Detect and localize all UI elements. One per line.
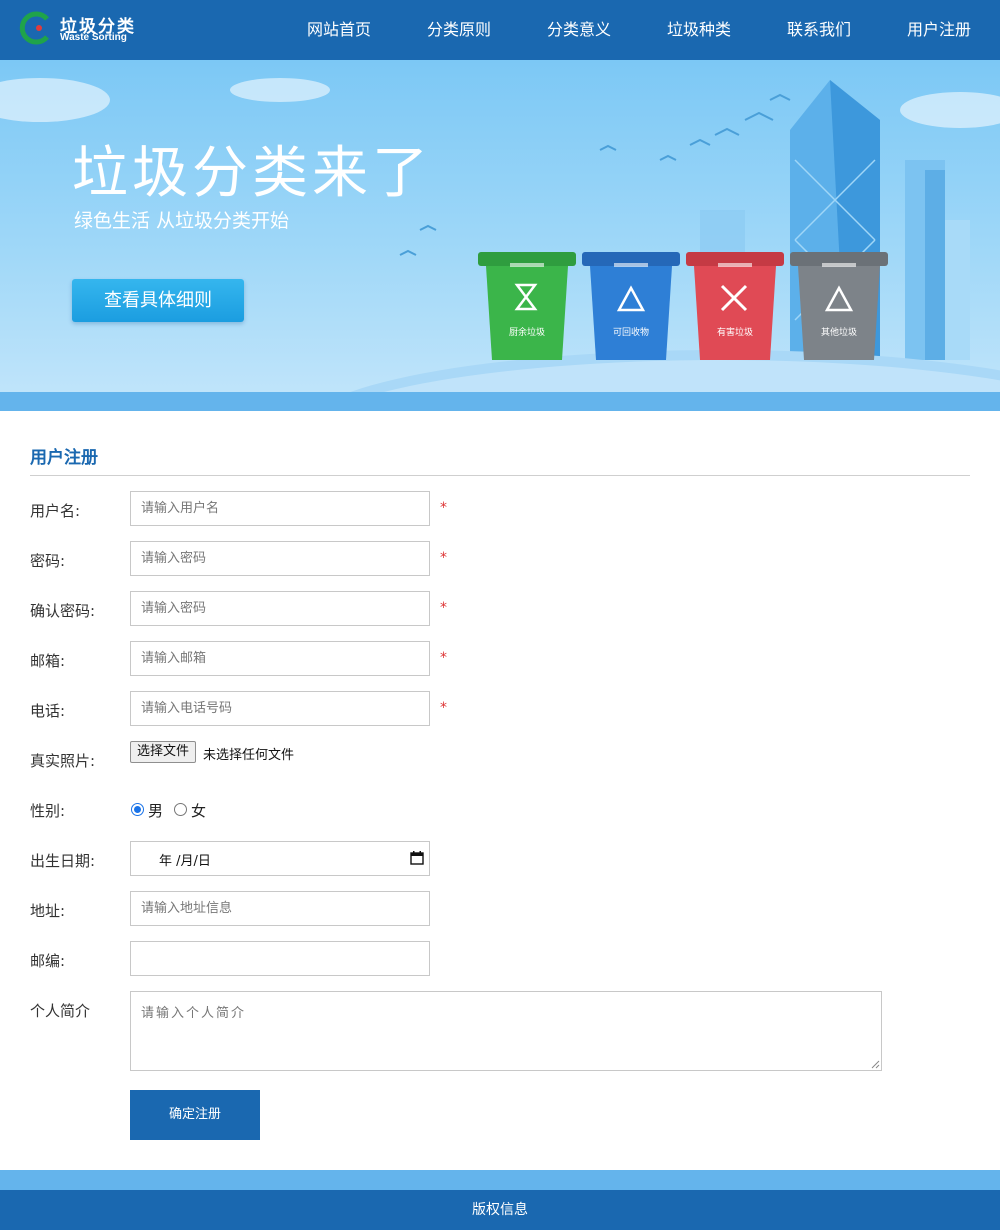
bin-label-other: 其他垃圾 — [820, 328, 857, 338]
nav-register[interactable]: 用户注册 — [907, 0, 971, 60]
email-input[interactable] — [130, 641, 430, 676]
nav-contact[interactable]: 联系我们 — [787, 0, 851, 60]
banner-subtitle: 绿色生活 从垃圾分类开始 — [74, 210, 290, 232]
gender-female-radio[interactable] — [174, 803, 187, 816]
banner-bottom-strip — [0, 392, 1000, 411]
phone-input[interactable] — [130, 691, 430, 726]
password-required-mark: * — [440, 550, 447, 566]
site-header: 垃圾分类 Waste Sorting 网站首页 分类原则 分类意义 垃圾种类 联… — [0, 0, 1000, 60]
form-title: 用户注册 — [30, 448, 98, 468]
postcode-label: 邮编: — [30, 952, 66, 970]
submit-register-button[interactable]: 确定注册 — [130, 1090, 260, 1140]
phone-label: 电话: — [30, 702, 66, 720]
bin-label-hazardous: 有害垃圾 — [716, 328, 753, 338]
email-label: 邮箱: — [30, 652, 66, 670]
banner-title: 垃圾分类来了 — [72, 141, 432, 206]
nav-home[interactable]: 网站首页 — [307, 0, 371, 60]
intro-textarea[interactable] — [130, 991, 882, 1071]
birthday-date-input[interactable]: 年 /月/日 — [130, 841, 430, 876]
waste-bin-recyclable — [582, 252, 680, 360]
gender-female-label[interactable]: 女 — [191, 800, 206, 821]
recycle-logo-icon — [19, 11, 49, 45]
username-required-mark: * — [440, 500, 447, 516]
nav-principles[interactable]: 分类原则 — [427, 0, 491, 60]
footer-copyright[interactable]: 版权信息 — [0, 1190, 1000, 1230]
site-logo[interactable]: 垃圾分类 Waste Sorting — [18, 9, 138, 49]
confirm-password-input[interactable] — [130, 591, 430, 626]
logo-subtitle: Waste Sorting — [60, 32, 127, 43]
photo-label: 真实照片: — [30, 752, 96, 770]
gender-male-label[interactable]: 男 — [148, 800, 163, 821]
password-label: 密码: — [30, 552, 66, 570]
intro-label: 个人简介 — [30, 1002, 91, 1020]
gender-male-radio[interactable] — [131, 803, 144, 816]
choose-file-button[interactable]: 选择文件 — [130, 741, 197, 763]
waste-bin-kitchen — [478, 252, 576, 360]
resize-grip-icon[interactable] — [870, 1059, 880, 1069]
bin-label-recyclable: 可回收物 — [612, 328, 649, 338]
phone-required-mark: * — [440, 700, 447, 716]
bin-label-kitchen: 厨余垃圾 — [508, 328, 545, 338]
username-input[interactable] — [130, 491, 430, 526]
waste-bin-hazardous — [686, 252, 784, 360]
postcode-input[interactable] — [130, 941, 430, 976]
address-input[interactable] — [130, 891, 430, 926]
birthday-label: 出生日期: — [30, 852, 96, 870]
calendar-icon[interactable] — [410, 851, 424, 865]
address-label: 地址: — [30, 902, 66, 920]
waste-bin-other — [790, 252, 888, 360]
nav-waste-types[interactable]: 垃圾种类 — [667, 0, 731, 60]
view-rules-button[interactable]: 查看具体细则 — [72, 279, 244, 322]
password-input[interactable] — [130, 541, 430, 576]
footer-top-strip — [0, 1170, 1000, 1190]
email-required-mark: * — [440, 650, 447, 666]
nav-significance[interactable]: 分类意义 — [547, 0, 611, 60]
hero-banner: 垃圾分类来了 绿色生活 从垃圾分类开始 查看具体细则 厨余垃圾 可回收物 有害垃… — [0, 60, 1000, 392]
confirm-password-required-mark: * — [440, 600, 447, 616]
gender-label: 性别: — [30, 802, 66, 820]
confirm-password-label: 确认密码: — [30, 602, 96, 620]
form-title-divider — [30, 475, 970, 476]
file-status-text: 未选择任何文件 — [203, 748, 295, 763]
birthday-date-value: 年 /月/日 — [159, 854, 211, 869]
username-label: 用户名: — [30, 502, 81, 520]
